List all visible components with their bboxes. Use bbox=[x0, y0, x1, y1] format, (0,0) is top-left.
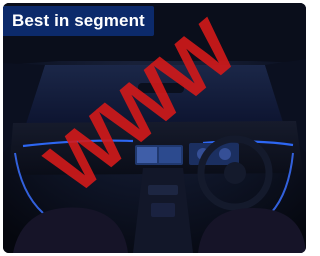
best-in-segment-badge: Best in segment bbox=[3, 6, 154, 36]
car-interior-image: WWW bbox=[3, 3, 306, 253]
car-interior-card[interactable]: WWW Best in segment bbox=[3, 3, 306, 253]
